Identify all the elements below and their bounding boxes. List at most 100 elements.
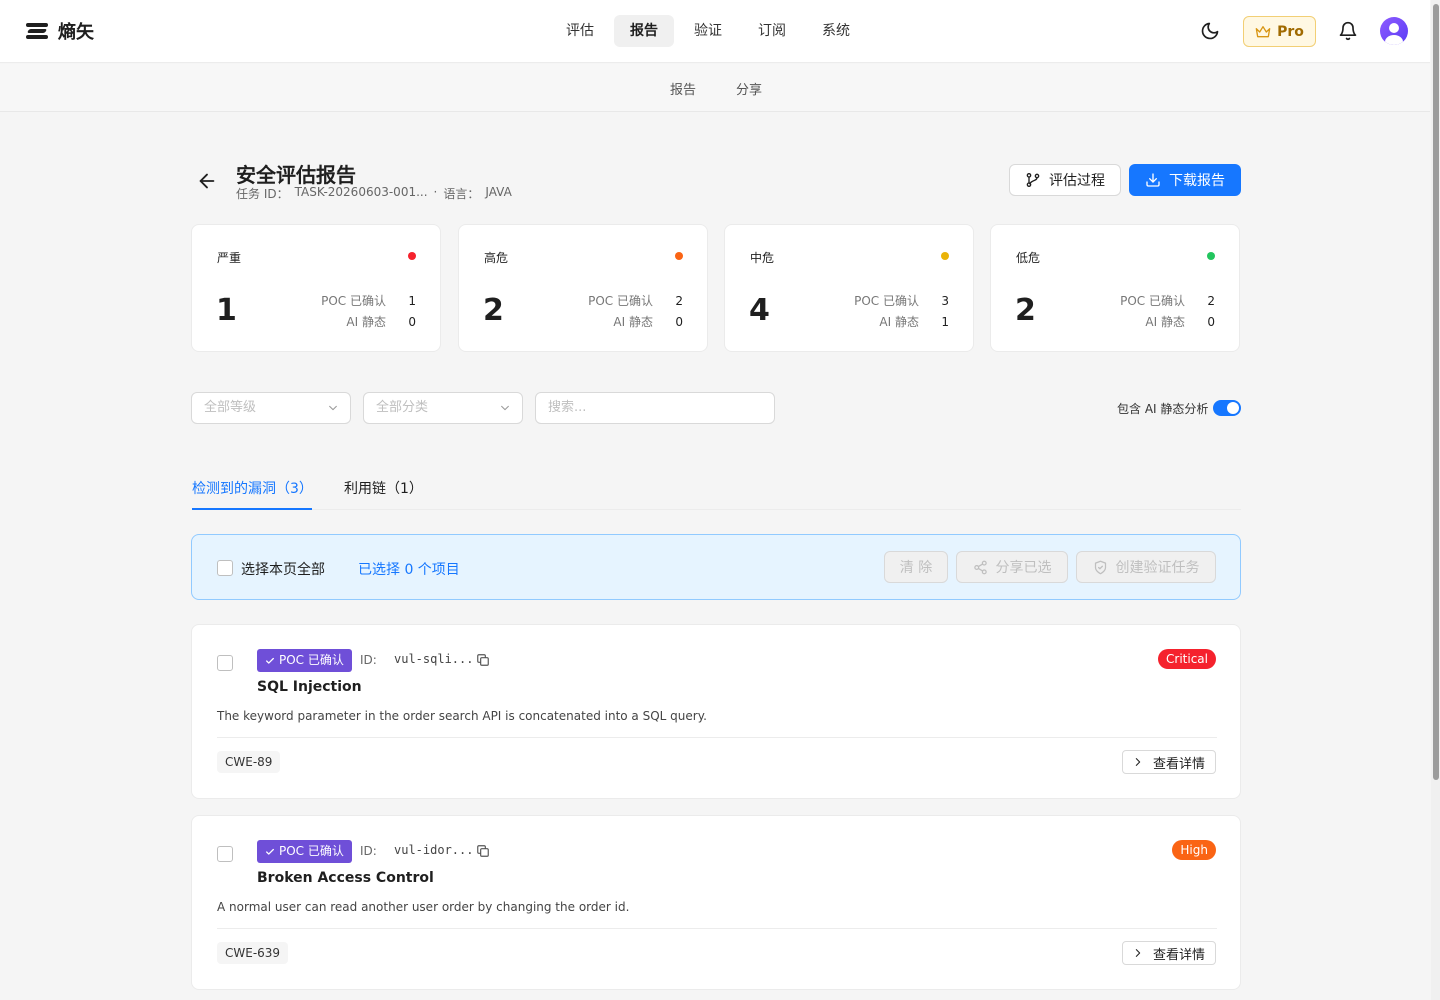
top-navbar: 熵矢 评估 报告 验证 订阅 系统 Pro	[0, 0, 1430, 63]
avatar[interactable]	[1380, 17, 1408, 45]
stat-label: 低危	[1016, 251, 1041, 265]
cwe-tag: CWE-639	[217, 942, 289, 964]
clear-label: 清 除	[899, 560, 933, 576]
nav-item-subscribe[interactable]: 订阅	[742, 15, 802, 47]
poc-confirmed-label: POC 已确认	[588, 294, 653, 308]
select-all-checkbox[interactable]	[217, 560, 233, 576]
view-details-button[interactable]: 查看详情	[1122, 750, 1216, 774]
vulnerability-checkbox[interactable]	[217, 846, 233, 862]
task-id-value: TASK-20260603-001...	[294, 185, 428, 199]
download-report-label: 下载报告	[1169, 173, 1225, 189]
active-tab-indicator	[192, 508, 312, 510]
ai-static-label: AI 静态	[346, 315, 386, 329]
stat-count: 2	[483, 293, 504, 328]
poc-confirmed-badge: POC 已确认	[257, 649, 352, 672]
main-nav: 评估 报告 验证 订阅 系统	[550, 15, 866, 47]
vulnerability-description: The keyword parameter in the order searc…	[217, 709, 707, 723]
stat-card-critical: 严重 1 POC 已确认 1 AI 静态 0	[191, 224, 441, 352]
severity-dot	[941, 252, 949, 260]
shield-icon	[1094, 560, 1106, 574]
search-input[interactable]: 搜索...	[535, 392, 775, 424]
bell-icon[interactable]	[1338, 21, 1358, 41]
ai-static-value: 0	[675, 315, 683, 329]
severity-badge: High	[1172, 840, 1216, 860]
cwe-tag: CWE-89	[217, 751, 281, 773]
result-tabs: 检测到的漏洞（3） 利用链（1）	[192, 466, 1241, 510]
severity-dot	[408, 252, 416, 260]
id-label: ID:	[360, 653, 377, 667]
chevron-right-icon	[1135, 949, 1141, 957]
download-icon	[1146, 173, 1160, 187]
tab-exploit-chains[interactable]: 利用链（1）	[344, 478, 423, 498]
view-details-button[interactable]: 查看详情	[1122, 941, 1216, 965]
vulnerability-title: SQL Injection	[257, 679, 362, 695]
nav-item-assess[interactable]: 评估	[550, 15, 610, 47]
share-icon	[973, 560, 987, 574]
stat-label: 严重	[217, 251, 242, 265]
search-placeholder: 搜索...	[548, 400, 587, 415]
ai-static-label: AI 静态	[879, 315, 919, 329]
subnav-item-report[interactable]: 报告	[670, 79, 696, 98]
stat-count: 2	[1015, 293, 1036, 328]
branch-icon	[1026, 173, 1040, 187]
subnav-item-share[interactable]: 分享	[736, 79, 762, 98]
create-verify-task-button[interactable]: 创建验证任务	[1076, 551, 1216, 583]
view-details-label: 查看详情	[1152, 756, 1205, 772]
copy-icon[interactable]	[476, 844, 490, 858]
divider	[217, 737, 1217, 738]
select-all-label[interactable]: 选择本页全部	[241, 559, 325, 579]
tab-vulnerabilities[interactable]: 检测到的漏洞（3）	[192, 478, 313, 498]
language-value: JAVA	[485, 185, 512, 199]
ai-static-toggle[interactable]	[1213, 400, 1241, 416]
vulnerability-id: vul-sqli...	[394, 652, 474, 666]
level-select[interactable]: 全部等级	[191, 392, 351, 424]
share-selected-label: 分享已选	[995, 560, 1052, 576]
level-select-placeholder: 全部等级	[204, 400, 257, 415]
nav-item-verify[interactable]: 验证	[678, 15, 738, 47]
stat-card-high: 高危 2 POC 已确认 2 AI 静态 0	[458, 224, 708, 352]
moon-icon[interactable]	[1200, 21, 1220, 41]
category-select-placeholder: 全部分类	[376, 400, 429, 415]
poc-confirmed-label: POC 已确认	[321, 294, 386, 308]
crown-icon	[1255, 25, 1271, 37]
arrow-left-icon[interactable]	[196, 170, 218, 192]
check-icon	[266, 848, 274, 855]
vulnerability-description: A normal user can read another user orde…	[217, 900, 630, 914]
copy-icon[interactable]	[476, 653, 490, 667]
poc-confirmed-label: POC 已确认	[1120, 294, 1185, 308]
create-verify-task-label: 创建验证任务	[1115, 560, 1200, 576]
nav-item-system[interactable]: 系统	[806, 15, 866, 47]
download-report-button[interactable]: 下载报告	[1129, 164, 1241, 196]
pro-badge-button[interactable]: Pro	[1243, 16, 1316, 47]
scrollbar-thumb[interactable]	[1433, 4, 1439, 780]
vulnerability-card: POC 已确认 ID: vul-sqli... Critical SQL Inj…	[191, 624, 1241, 799]
logo-icon	[26, 23, 48, 39]
divider	[217, 928, 1217, 929]
check-icon	[266, 657, 274, 664]
category-select[interactable]: 全部分类	[363, 392, 523, 424]
poc-confirmed-value: 1	[408, 294, 416, 308]
ai-static-value: 0	[408, 315, 416, 329]
assessment-process-label: 评估过程	[1049, 173, 1105, 189]
id-label: ID:	[360, 844, 377, 858]
vulnerability-title: Broken Access Control	[257, 870, 434, 886]
page-scrollbar[interactable]	[1431, 0, 1440, 1000]
assessment-process-button[interactable]: 评估过程	[1009, 164, 1121, 196]
language-label: 语言：	[443, 187, 480, 201]
app-name: 熵矢	[58, 22, 94, 43]
stat-count: 4	[749, 293, 770, 328]
poc-confirmed-value: 2	[675, 294, 683, 308]
vulnerability-checkbox[interactable]	[217, 655, 233, 671]
vulnerability-id: vul-idor...	[394, 843, 474, 857]
logo[interactable]: 熵矢	[26, 18, 94, 44]
chevron-right-icon	[1135, 758, 1141, 766]
clear-button[interactable]: 清 除	[884, 551, 948, 583]
ai-static-value: 1	[941, 315, 949, 329]
stat-label: 高危	[484, 251, 509, 265]
poc-confirmed-value: 3	[941, 294, 949, 308]
pro-label: Pro	[1277, 23, 1304, 40]
share-selected-button[interactable]: 分享已选	[956, 551, 1068, 583]
selection-bar: 选择本页全部 已选择 0 个项目 清 除 分享已选 创建验证任务	[191, 534, 1241, 600]
severity-badge: Critical	[1158, 649, 1216, 669]
nav-item-report[interactable]: 报告	[614, 15, 674, 47]
